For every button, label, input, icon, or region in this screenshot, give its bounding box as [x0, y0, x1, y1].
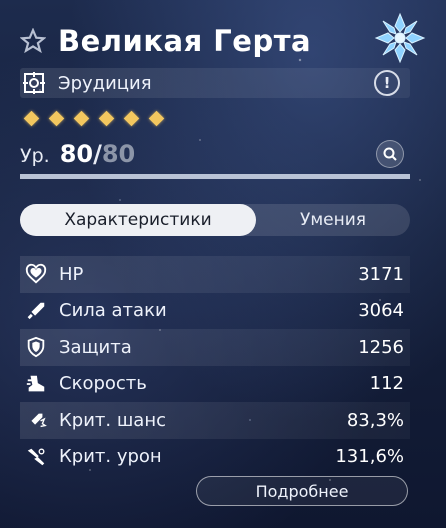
exclamation-icon: !: [383, 74, 391, 92]
stat-label: Скорость: [59, 373, 147, 395]
stat-row-crit-rate: Крит. шанс 83,3%: [20, 402, 410, 439]
stat-row-hp: HP 3171: [20, 256, 410, 293]
stat-row-speed: Скорость 112: [20, 366, 410, 403]
heart-icon: [25, 264, 47, 284]
tab-characteristics[interactable]: Характеристики: [20, 204, 256, 236]
rarity-diamond-icon: [148, 110, 165, 127]
stat-row-crit-damage: Крит. урон 131,6%: [20, 439, 410, 476]
stat-label: Сила атаки: [59, 300, 167, 322]
character-header: Великая Герта: [20, 24, 311, 58]
level-max: 80: [101, 140, 136, 168]
sword-icon: [27, 302, 45, 319]
ice-element-icon: [374, 12, 426, 64]
rarity-diamond-icon: [73, 110, 90, 127]
level-separator: /: [93, 140, 102, 168]
tab-bar: Характеристики Умения: [20, 204, 410, 236]
info-button[interactable]: !: [374, 70, 400, 96]
rarity-diamond-icon: [98, 110, 115, 127]
stat-value: 3171: [358, 263, 404, 285]
level-progress-bar: [20, 174, 410, 179]
crit-rate-icon: [28, 413, 47, 428]
details-button[interactable]: Подробнее: [196, 476, 408, 506]
stat-row-attack: Сила атаки 3064: [20, 293, 410, 330]
path-row: Эрудиция !: [20, 68, 410, 98]
shield-icon: [27, 337, 45, 358]
stat-value: 112: [369, 373, 404, 395]
stat-value: 131,6%: [335, 446, 404, 468]
stat-value: 1256: [358, 336, 404, 358]
rarity-diamond-icon: [23, 110, 40, 127]
stat-value: 83,3%: [346, 409, 404, 431]
level-row: Ур. 80 / 80: [20, 140, 410, 170]
boot-icon: [26, 375, 45, 392]
stat-label: Защита: [59, 336, 132, 358]
stat-label: HP: [59, 263, 84, 285]
stat-value: 3064: [358, 300, 404, 322]
rarity-diamond-icon: [48, 110, 65, 127]
star-icon[interactable]: [20, 28, 46, 54]
erudition-path-icon: [23, 72, 45, 94]
rarity-diamond-icon: [123, 110, 140, 127]
stat-row-defense: Защита 1256: [20, 329, 410, 366]
rarity-diamonds: [23, 110, 165, 127]
level-current: 80: [59, 140, 94, 168]
zoom-button[interactable]: [376, 140, 404, 168]
stats-list: HP 3171 Сила атаки 3064 Защита 1256 Скор…: [20, 256, 410, 475]
level-progress-fill: [20, 174, 410, 179]
character-name: Великая Герта: [58, 24, 312, 58]
path-name: Эрудиция: [58, 72, 152, 94]
tab-skills[interactable]: Умения: [256, 204, 410, 236]
stat-label: Крит. урон: [59, 446, 162, 468]
magnifier-icon: [383, 147, 397, 161]
crit-damage-icon: [27, 448, 45, 465]
stat-label: Крит. шанс: [59, 409, 166, 431]
level-label: Ур.: [20, 145, 50, 167]
